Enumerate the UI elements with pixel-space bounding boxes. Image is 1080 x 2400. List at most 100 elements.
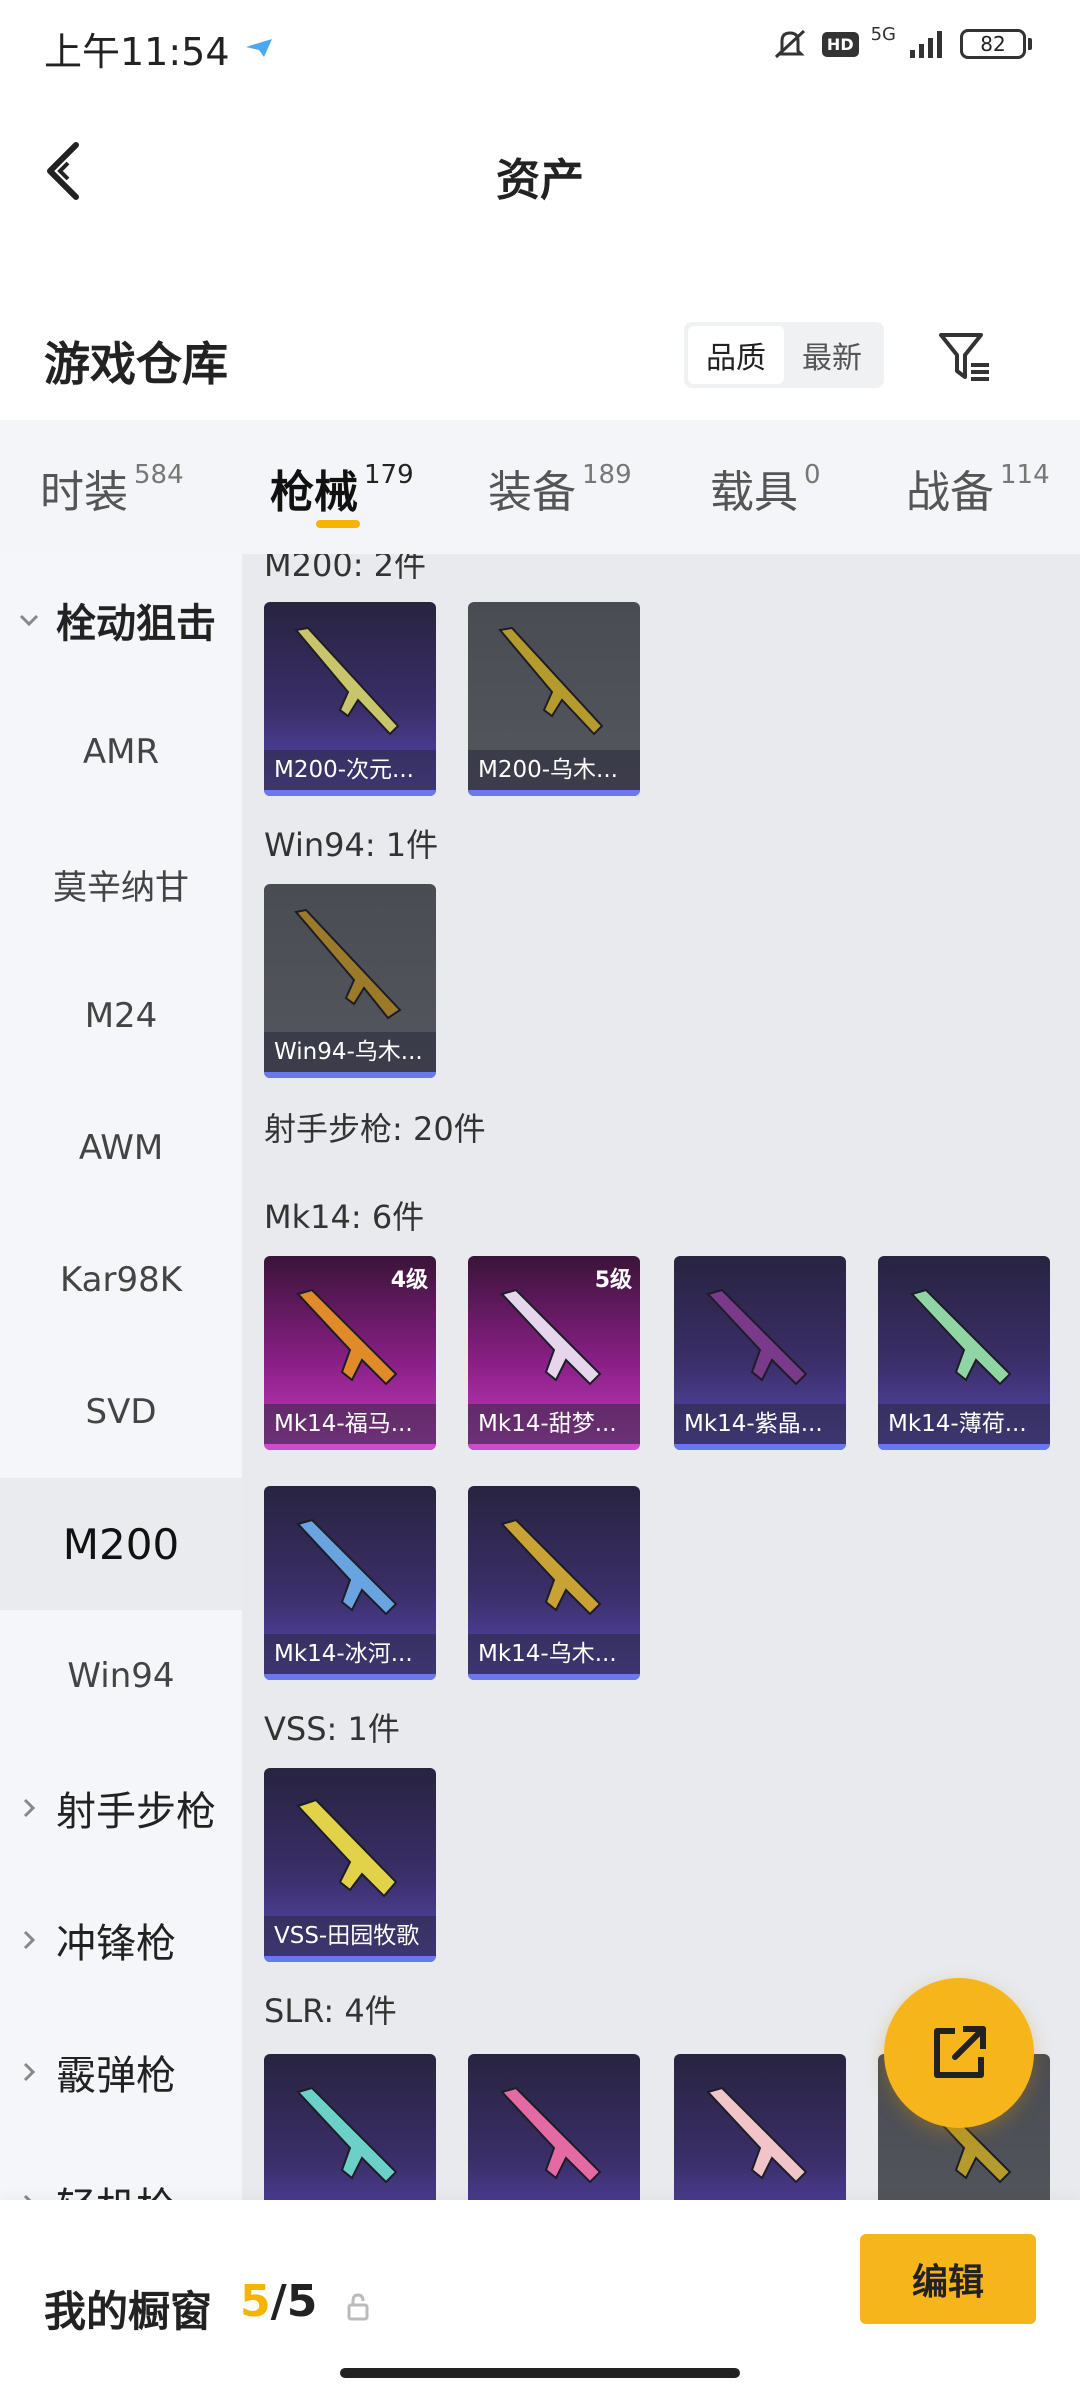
weapon-card[interactable]: 5级 Mk14-甜梦... [468, 1256, 640, 1450]
sidebar-item-svd[interactable]: SVD [0, 1346, 242, 1478]
battery-level: 82 [960, 29, 1026, 59]
status-indicators: HD 5G 82 [770, 26, 1032, 62]
mute-vibrate-icon [774, 29, 805, 59]
tab-firearms[interactable]: 枪械 179 [270, 456, 414, 528]
rifle-icon [500, 1288, 602, 1386]
chevron-right-icon [23, 2062, 36, 2082]
external-link-icon [934, 2026, 986, 2078]
rifle-icon [706, 2086, 808, 2184]
filter-button[interactable] [930, 322, 1000, 392]
chevron-right-icon [23, 1930, 36, 1950]
page-title: 资产 [496, 155, 584, 206]
tab-count: 189 [582, 460, 632, 490]
battery-icon: 82 [960, 29, 1032, 59]
sidebar-item-m200[interactable]: M200 [0, 1478, 242, 1610]
sidebar-group-bolt-sniper[interactable]: 栓动狙击 [0, 554, 242, 686]
weapon-card-name: Win94-乌木... [264, 1032, 436, 1072]
weapon-card-name: Mk14-乌木... [468, 1634, 640, 1674]
hd-badge: HD [821, 31, 859, 57]
sort-option-newest[interactable]: 最新 [784, 326, 880, 384]
status-bar: 上午11:54 HD 5G 82 [0, 0, 1080, 96]
rifle-icon [296, 1288, 398, 1386]
rifle-icon [910, 1288, 1012, 1386]
sidebar-item-amr[interactable]: AMR [0, 686, 242, 818]
chevron-right-icon [23, 1798, 36, 1818]
showcase-count: 5/5 [240, 2276, 317, 2327]
weapon-card-name: M200-乌木... [468, 750, 640, 790]
weapon-card[interactable]: Mk14-乌木... [468, 1486, 640, 1680]
weapon-card-name: Mk14-薄荷... [878, 1404, 1050, 1444]
rifle-icon [296, 2086, 398, 2184]
filter-icon [939, 333, 989, 381]
weapon-card[interactable]: 4级 Mk14-福马... [264, 1256, 436, 1450]
weapon-card-name: VSS-田园牧歌 [264, 1916, 436, 1956]
sidebar-group-marksman[interactable]: 射手步枪 [0, 1742, 242, 1874]
network-label: 5G [870, 24, 896, 45]
share-button[interactable] [884, 1978, 1034, 2128]
tab-count: 584 [134, 460, 184, 490]
sidebar-group-label: 栓动狙击 [56, 601, 216, 647]
weapon-card[interactable]: Mk14-薄荷... [878, 1256, 1050, 1450]
tab-vehicles[interactable]: 载具 0 [710, 456, 821, 520]
rifle-icon [498, 626, 604, 736]
category-tabs: 时装 584 枪械 179 装备 189 载具 0 战备 114 [0, 420, 1080, 554]
sort-option-quality[interactable]: 品质 [688, 326, 784, 384]
lock-icon [347, 2293, 369, 2321]
sidebar-item-m24[interactable]: M24 [0, 950, 242, 1082]
rifle-icon [500, 2086, 602, 2184]
signal-icon [910, 31, 942, 58]
weapon-card-name: Mk14-冰河... [264, 1634, 436, 1674]
weapon-card-name: Mk14-甜梦... [468, 1404, 640, 1444]
weapon-card[interactable]: Mk14-冰河... [264, 1486, 436, 1680]
edit-button[interactable]: 编辑 [860, 2234, 1036, 2324]
weapon-card[interactable]: Win94-乌木... [264, 884, 436, 1078]
tab-count: 179 [364, 460, 414, 490]
home-indicator[interactable] [340, 2368, 740, 2378]
sidebar-group-label: 冲锋枪 [56, 1921, 176, 1967]
weapon-card-name: Mk14-福马... [264, 1404, 436, 1444]
section-label-marksman: 射手步枪: 20件 [264, 1110, 486, 1148]
weapon-card[interactable]: M200-乌木... [468, 602, 640, 796]
weapon-card[interactable]: M200-次元... [264, 602, 436, 796]
tab-label: 枪械 [270, 467, 358, 518]
sidebar-group-lmg[interactable]: 轻机枪 [0, 2138, 242, 2200]
weapon-card-name: Mk14-紫晶... [674, 1404, 846, 1444]
weapon-card[interactable] [264, 2054, 436, 2200]
sort-toggle: 品质 最新 [684, 322, 884, 388]
chevron-down-icon [19, 614, 39, 627]
tab-count: 0 [804, 460, 821, 490]
paper-plane-icon [245, 39, 272, 57]
sidebar-item-win94[interactable]: Win94 [0, 1610, 242, 1742]
tab-label: 载具 [710, 467, 798, 518]
showcase-label: 我的橱窗 [44, 2287, 213, 2336]
active-tab-indicator [316, 520, 360, 528]
sidebar-group-label: 轻机枪 [56, 2175, 176, 2200]
weapon-card[interactable] [468, 2054, 640, 2200]
sidebar-group-smg[interactable]: 冲锋枪 [0, 1874, 242, 2006]
section-label-m200: M200: 2件 [264, 554, 427, 584]
tab-label: 战备 [906, 467, 994, 518]
tab-equipment[interactable]: 装备 189 [488, 456, 632, 520]
sidebar-group-label: 霰弹枪 [56, 2053, 176, 2099]
sidebar-item-mosin[interactable]: 莫辛纳甘 [0, 818, 242, 950]
weapon-card[interactable]: Mk14-紫晶... [674, 1256, 846, 1450]
chevron-right-icon [23, 2194, 32, 2200]
tab-gear[interactable]: 战备 114 [906, 456, 1050, 520]
sidebar-group-label: 射手步枪 [56, 1789, 216, 1835]
showcase-max: 5 [286, 2276, 318, 2327]
section-label-slr: SLR: 4件 [264, 1992, 397, 2030]
rifle-icon [706, 1288, 808, 1386]
sidebar-item-awm[interactable]: AWM [0, 1082, 242, 1214]
sidebar-item-kar98k[interactable]: Kar98K [0, 1214, 242, 1346]
rifle-icon [296, 1798, 398, 1898]
weapon-sidebar: 栓动狙击 AMR 莫辛纳甘 M24 AWM Kar98K SVD M200 Wi… [0, 554, 242, 2200]
weapon-card[interactable] [674, 2054, 846, 2200]
sidebar-group-shotgun[interactable]: 霰弹枪 [0, 2006, 242, 2138]
tab-count: 114 [1000, 460, 1050, 490]
bottom-bar: 我的橱窗 5/5 编辑 [0, 2200, 1080, 2400]
tab-outfits[interactable]: 时装 584 [40, 456, 184, 520]
section-label-mk14: Mk14: 6件 [264, 1198, 425, 1236]
weapon-card[interactable]: VSS-田园牧歌 [264, 1768, 436, 1962]
status-time: 上午11:54 [44, 29, 230, 74]
weapon-card-name: M200-次元... [264, 750, 436, 790]
